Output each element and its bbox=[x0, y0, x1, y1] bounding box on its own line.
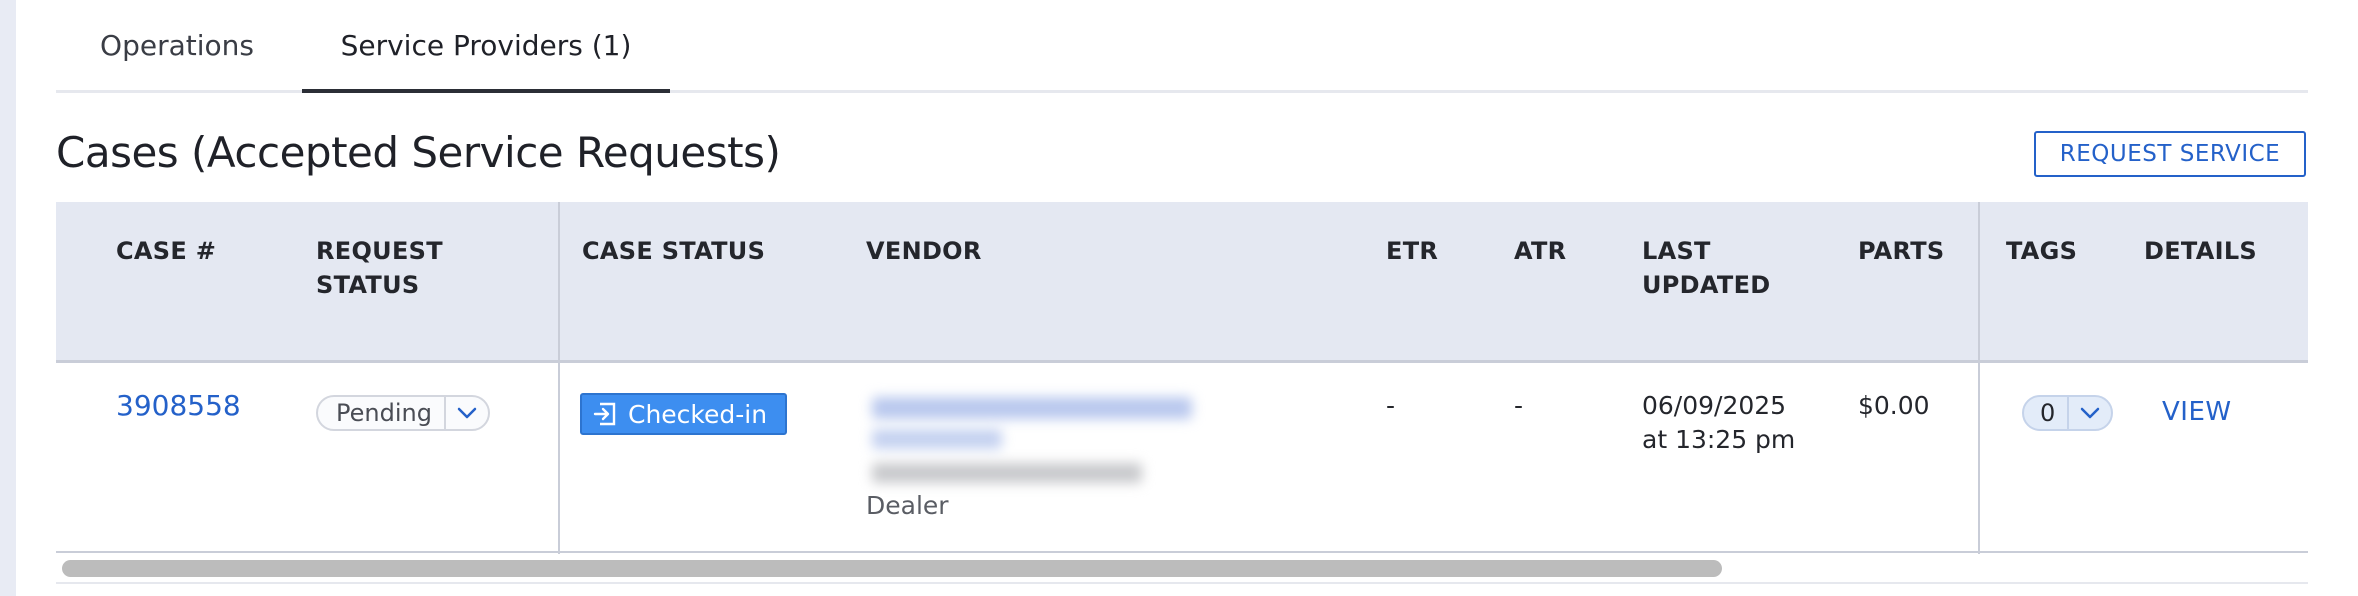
case-status-label: Checked-in bbox=[628, 399, 768, 429]
etr-value: - bbox=[1386, 391, 1396, 420]
case-status-badge: Checked-in bbox=[580, 393, 788, 435]
vendor-name-redacted bbox=[872, 397, 1192, 419]
tab-operations[interactable]: Operations bbox=[56, 0, 298, 90]
column-header-request-status: REQUEST STATUS bbox=[316, 237, 443, 299]
check-in-icon bbox=[593, 402, 616, 426]
tab-bar: Operations Service Providers (1) bbox=[56, 0, 2308, 93]
column-header-tags: TAGS bbox=[2006, 237, 2078, 265]
cases-table: CASE # REQUEST STATUS CASE STATUS VENDOR… bbox=[56, 202, 2308, 554]
request-status-dropdown[interactable]: Pending bbox=[316, 395, 490, 431]
scrollbar-thumb[interactable] bbox=[62, 560, 1722, 577]
column-header-case: CASE # bbox=[116, 237, 217, 265]
tab-service-providers[interactable]: Service Providers (1) bbox=[302, 0, 670, 93]
horizontal-scrollbar[interactable] bbox=[56, 556, 2308, 584]
page-title: Cases (Accepted Service Requests) bbox=[56, 128, 781, 177]
parts-value: $0.00 bbox=[1858, 391, 1930, 420]
view-details-link[interactable]: VIEW bbox=[2162, 395, 2232, 429]
case-number-link[interactable]: 3908558 bbox=[116, 389, 241, 423]
table-header: CASE # REQUEST STATUS CASE STATUS VENDOR… bbox=[56, 202, 2308, 363]
page: Operations Service Providers (1) Cases (… bbox=[16, 0, 2358, 596]
request-service-button[interactable]: REQUEST SERVICE bbox=[2034, 131, 2306, 177]
chevron-down-icon[interactable] bbox=[2069, 396, 2111, 430]
column-header-vendor: VENDOR bbox=[866, 237, 982, 265]
chevron-down-icon[interactable] bbox=[446, 396, 488, 430]
vendor-address-redacted bbox=[872, 463, 1142, 483]
column-header-etr: ETR bbox=[1386, 237, 1439, 265]
last-updated-date: 06/09/2025 bbox=[1642, 391, 1787, 420]
last-updated-time: at 13:25 pm bbox=[1642, 425, 1796, 454]
table-row: 3908558 Pending Checked-in Dealer - - 06… bbox=[56, 363, 2308, 553]
request-status-value: Pending bbox=[336, 399, 432, 427]
column-header-last-updated: LAST UPDATED bbox=[1642, 237, 1771, 299]
vendor-type: Dealer bbox=[866, 491, 949, 520]
column-header-case-status: CASE STATUS bbox=[582, 237, 766, 265]
column-header-details: DETAILS bbox=[2144, 237, 2258, 265]
column-header-parts: PARTS bbox=[1858, 237, 1945, 265]
column-header-atr: ATR bbox=[1514, 237, 1567, 265]
vendor-name-redacted bbox=[872, 429, 1002, 449]
atr-value: - bbox=[1514, 391, 1524, 420]
tags-count: 0 bbox=[2040, 399, 2056, 427]
tags-dropdown[interactable]: 0 bbox=[2022, 395, 2114, 431]
